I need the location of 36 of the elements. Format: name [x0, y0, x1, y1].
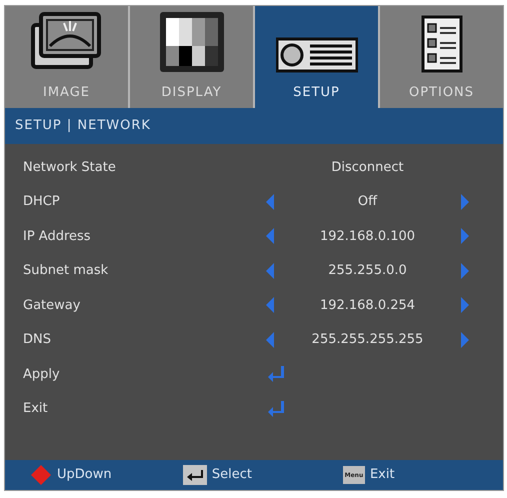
left-arrow-icon[interactable]	[265, 330, 275, 349]
hint-label: Exit	[370, 466, 395, 484]
left-arrow-icon[interactable]	[265, 262, 275, 280]
hint-label: Select	[212, 466, 252, 484]
setting-label[interactable]: DHCP	[5, 192, 260, 212]
breadcrumb-title: SETUP | NETWORK	[5, 108, 503, 144]
setting-value: 255.255.255.255	[312, 332, 424, 347]
setting-value: 192.168.0.254	[320, 298, 416, 312]
enter-icon[interactable]	[267, 400, 285, 418]
checklist-icon	[420, 14, 462, 72]
left-arrow-icon[interactable]	[265, 192, 275, 211]
projector-icon	[276, 36, 358, 72]
setting-value: Off	[358, 194, 378, 209]
menu-tab[interactable]: SETUP	[255, 6, 380, 108]
setting-label[interactable]: IP Address	[5, 226, 260, 246]
setting-value: 255.255.0.0	[328, 263, 407, 278]
enter-key-icon	[182, 465, 207, 485]
right-arrow-icon[interactable]	[460, 192, 470, 211]
right-arrow-icon[interactable]	[460, 227, 470, 246]
setting-label[interactable]: Exit	[5, 399, 260, 418]
setting-label[interactable]: Gateway	[5, 296, 260, 315]
setting-value: 192.168.0.100	[320, 228, 416, 244]
hint-label: UpDown	[57, 466, 112, 484]
setting-label[interactable]: Apply	[5, 364, 260, 384]
diamond-icon	[30, 464, 52, 486]
test-pattern-icon	[158, 10, 224, 72]
setting-value: Disconnect	[331, 160, 404, 174]
left-arrow-icon[interactable]	[265, 296, 275, 314]
enter-icon[interactable]	[267, 365, 285, 384]
setting-label[interactable]: Subnet mask	[5, 261, 260, 280]
right-arrow-icon[interactable]	[460, 262, 470, 280]
right-arrow-icon[interactable]	[460, 330, 470, 349]
right-arrow-icon[interactable]	[460, 296, 470, 314]
left-arrow-icon[interactable]	[265, 227, 275, 246]
setting-label[interactable]: Network State	[5, 158, 260, 177]
setting-label[interactable]: DNS	[5, 330, 260, 350]
